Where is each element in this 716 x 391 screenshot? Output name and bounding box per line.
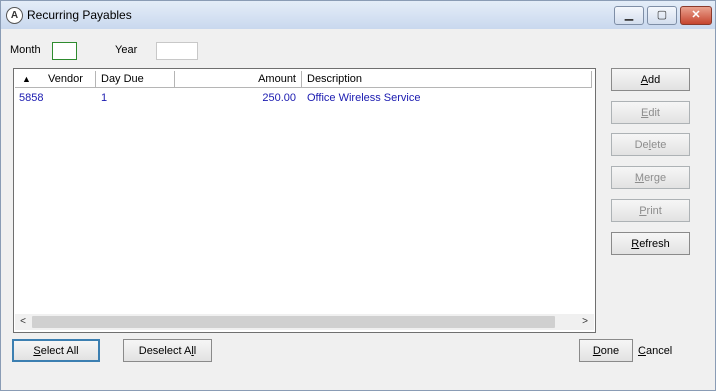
column-header-vendor[interactable]: ▲ Vendor	[15, 71, 96, 88]
sort-ascending-icon: ▲	[22, 74, 31, 84]
window-title: Recurring Payables	[27, 8, 132, 22]
column-header-amount[interactable]: Amount	[175, 71, 302, 88]
column-header-label: Description	[307, 73, 363, 85]
scroll-right-icon[interactable]: >	[578, 315, 592, 329]
refresh-button[interactable]: Refresh	[611, 232, 690, 255]
cancel-button[interactable]: Cancel	[638, 345, 672, 357]
payables-grid[interactable]: ▲ Vendor Day Due Amount Description 5858…	[13, 68, 596, 333]
edit-button[interactable]: Edit	[611, 101, 690, 124]
horizontal-scrollbar[interactable]: < >	[15, 314, 594, 330]
done-button[interactable]: Done	[579, 339, 633, 362]
cell-amount: 250.00	[262, 92, 296, 104]
deselect-all-button[interactable]: Deselect All	[123, 339, 212, 362]
column-header-description[interactable]: Description	[302, 71, 592, 88]
maximize-icon: ▢	[656, 9, 668, 21]
maximize-button[interactable]: ▢	[647, 6, 677, 25]
title-bar[interactable]: A Recurring Payables ▁ ▢ ✕	[1, 1, 715, 29]
minimize-icon: ▁	[624, 9, 634, 21]
select-all-button[interactable]: Select All	[12, 339, 100, 362]
close-button[interactable]: ✕	[680, 6, 712, 25]
cell-day-due: 1	[101, 92, 108, 104]
merge-button[interactable]: Merge	[611, 166, 690, 189]
cell-description: Office Wireless Service	[307, 92, 421, 104]
add-button[interactable]: Add	[611, 68, 690, 91]
column-header-label: Day Due	[101, 73, 144, 85]
month-label: Month	[10, 44, 41, 56]
minimize-button[interactable]: ▁	[614, 6, 644, 25]
column-header-label: Vendor	[48, 73, 83, 85]
recurring-payables-window: A Recurring Payables ▁ ▢ ✕ Month Year ▲ …	[0, 0, 716, 391]
year-label: Year	[115, 44, 138, 56]
delete-button[interactable]: Delete	[611, 133, 690, 156]
print-button[interactable]: Print	[611, 199, 690, 222]
close-icon: ✕	[691, 9, 701, 21]
app-logo-icon: A	[6, 7, 23, 24]
scroll-left-icon[interactable]: <	[16, 315, 30, 329]
month-field[interactable]	[52, 42, 77, 60]
scrollbar-thumb[interactable]	[32, 316, 555, 328]
cell-vendor: 5858	[19, 92, 44, 104]
column-header-label: Amount	[258, 73, 296, 85]
column-header-day-due[interactable]: Day Due	[96, 71, 175, 88]
year-field[interactable]	[156, 42, 198, 60]
